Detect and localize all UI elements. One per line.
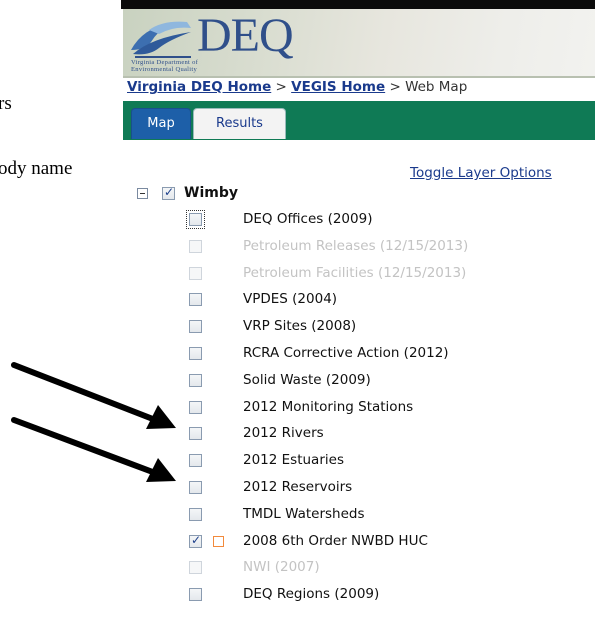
layer-row: VPDES (2004): [185, 291, 585, 310]
breadcrumb: Virginia DEQ Home > VEGIS Home > Web Map: [127, 79, 467, 95]
layer-row: Petroleum Releases (12/15/2013): [185, 237, 585, 257]
layer-row: 2012 Reservoirs: [185, 479, 585, 498]
layer-label: 2012 Rivers: [243, 425, 324, 442]
layer-label: 2012 Estuaries: [243, 452, 344, 469]
layer-row: DEQ Offices (2009): [185, 210, 585, 230]
layer-row: Solid Waste (2009): [185, 371, 585, 391]
layer-group-label: Wimby: [184, 185, 238, 201]
layer-label: 2012 Monitoring Stations: [243, 398, 414, 415]
breadcrumb-separator: >: [271, 79, 292, 95]
layer-checkbox: [189, 266, 202, 280]
layer-checkbox[interactable]: [189, 427, 202, 441]
layer-row: RCRA Corrective Action (2012): [185, 345, 585, 364]
tab-map[interactable]: Map: [131, 108, 191, 139]
layer-group-checkbox[interactable]: [162, 185, 175, 200]
toggle-layer-options-link[interactable]: Toggle Layer Options: [410, 165, 552, 181]
layer-label: 2012 Reservoirs: [243, 479, 353, 495]
deq-logo-icon: [131, 21, 191, 58]
deq-logo-text: DEQ: [197, 9, 294, 62]
layer-row: 2012 Monitoring Stations: [185, 398, 585, 418]
top-bar: [121, 0, 595, 9]
layer-label: Petroleum Releases (12/15/2013): [243, 237, 469, 254]
breadcrumb-separator: >: [385, 79, 406, 95]
layer-checkbox[interactable]: [189, 293, 202, 307]
layer-label: DEQ Regions (2009): [243, 586, 380, 603]
layer-label: VPDES (2004): [243, 291, 338, 308]
layer-checkbox[interactable]: [189, 481, 202, 494]
logo-sub-line: Virginia Department of: [131, 59, 199, 66]
layer-row: VRP Sites (2008): [185, 318, 585, 337]
tab-results[interactable]: Results: [193, 108, 286, 139]
layer-checkbox[interactable]: [189, 507, 202, 521]
layer-row: TMDL Watersheds: [185, 505, 585, 525]
deq-logo-subtitle: Virginia Department of Environmental Qua…: [131, 59, 198, 73]
breadcrumb-link-vegis-home[interactable]: VEGIS Home: [291, 79, 385, 95]
layer-row: DEQ Regions (2009): [185, 586, 585, 605]
layer-checkbox[interactable]: [189, 588, 202, 602]
layer-row: NWI (2007): [185, 559, 585, 578]
deq-banner: DEQ Virginia Department of Environmental…: [123, 9, 595, 76]
document-text-fragment: rs: [0, 93, 12, 114]
layer-checkbox[interactable]: [186, 210, 205, 229]
layer-checkbox: [189, 239, 202, 253]
banner-underline: [123, 76, 595, 78]
layer-label: Petroleum Facilities (12/15/2013): [243, 264, 467, 281]
layer-label: TMDL Watersheds: [243, 505, 365, 522]
layer-checkbox[interactable]: [189, 320, 202, 334]
logo-sub-line: Environmental Quality: [131, 66, 198, 73]
layer-label: 2008 6th Order NWBD HUC: [243, 532, 428, 549]
collapse-icon[interactable]: [137, 188, 148, 199]
layer-row: Petroleum Facilities (12/15/2013): [185, 264, 585, 284]
layer-label: RCRA Corrective Action (2012): [243, 345, 449, 361]
breadcrumb-link-deq-home[interactable]: Virginia DEQ Home: [127, 79, 271, 95]
layer-label: NWI (2007): [243, 559, 320, 576]
tab-bar: Map Results: [123, 101, 595, 140]
web-map-panel: DEQ Virginia Department of Environmental…: [121, 0, 595, 624]
layer-checkbox[interactable]: [189, 454, 202, 468]
layer-row: 2012 Estuaries: [185, 452, 585, 471]
layer-row: 2008 6th Order NWBD HUC: [185, 532, 585, 552]
legend-swatch-icon: [213, 535, 224, 547]
layer-label: DEQ Offices (2009): [243, 211, 373, 227]
layer-checkbox: [189, 561, 202, 575]
layer-label: Solid Waste (2009): [243, 371, 371, 388]
breadcrumb-current: Web Map: [405, 79, 468, 95]
layer-checkbox[interactable]: [189, 533, 202, 548]
layer-checkbox[interactable]: [189, 400, 202, 414]
layer-checkbox[interactable]: [189, 347, 202, 360]
layer-label: VRP Sites (2008): [243, 318, 357, 335]
layer-checkbox[interactable]: [189, 373, 202, 387]
layer-row: 2012 Rivers: [185, 425, 585, 444]
document-text-fragment: ody name: [0, 158, 73, 179]
